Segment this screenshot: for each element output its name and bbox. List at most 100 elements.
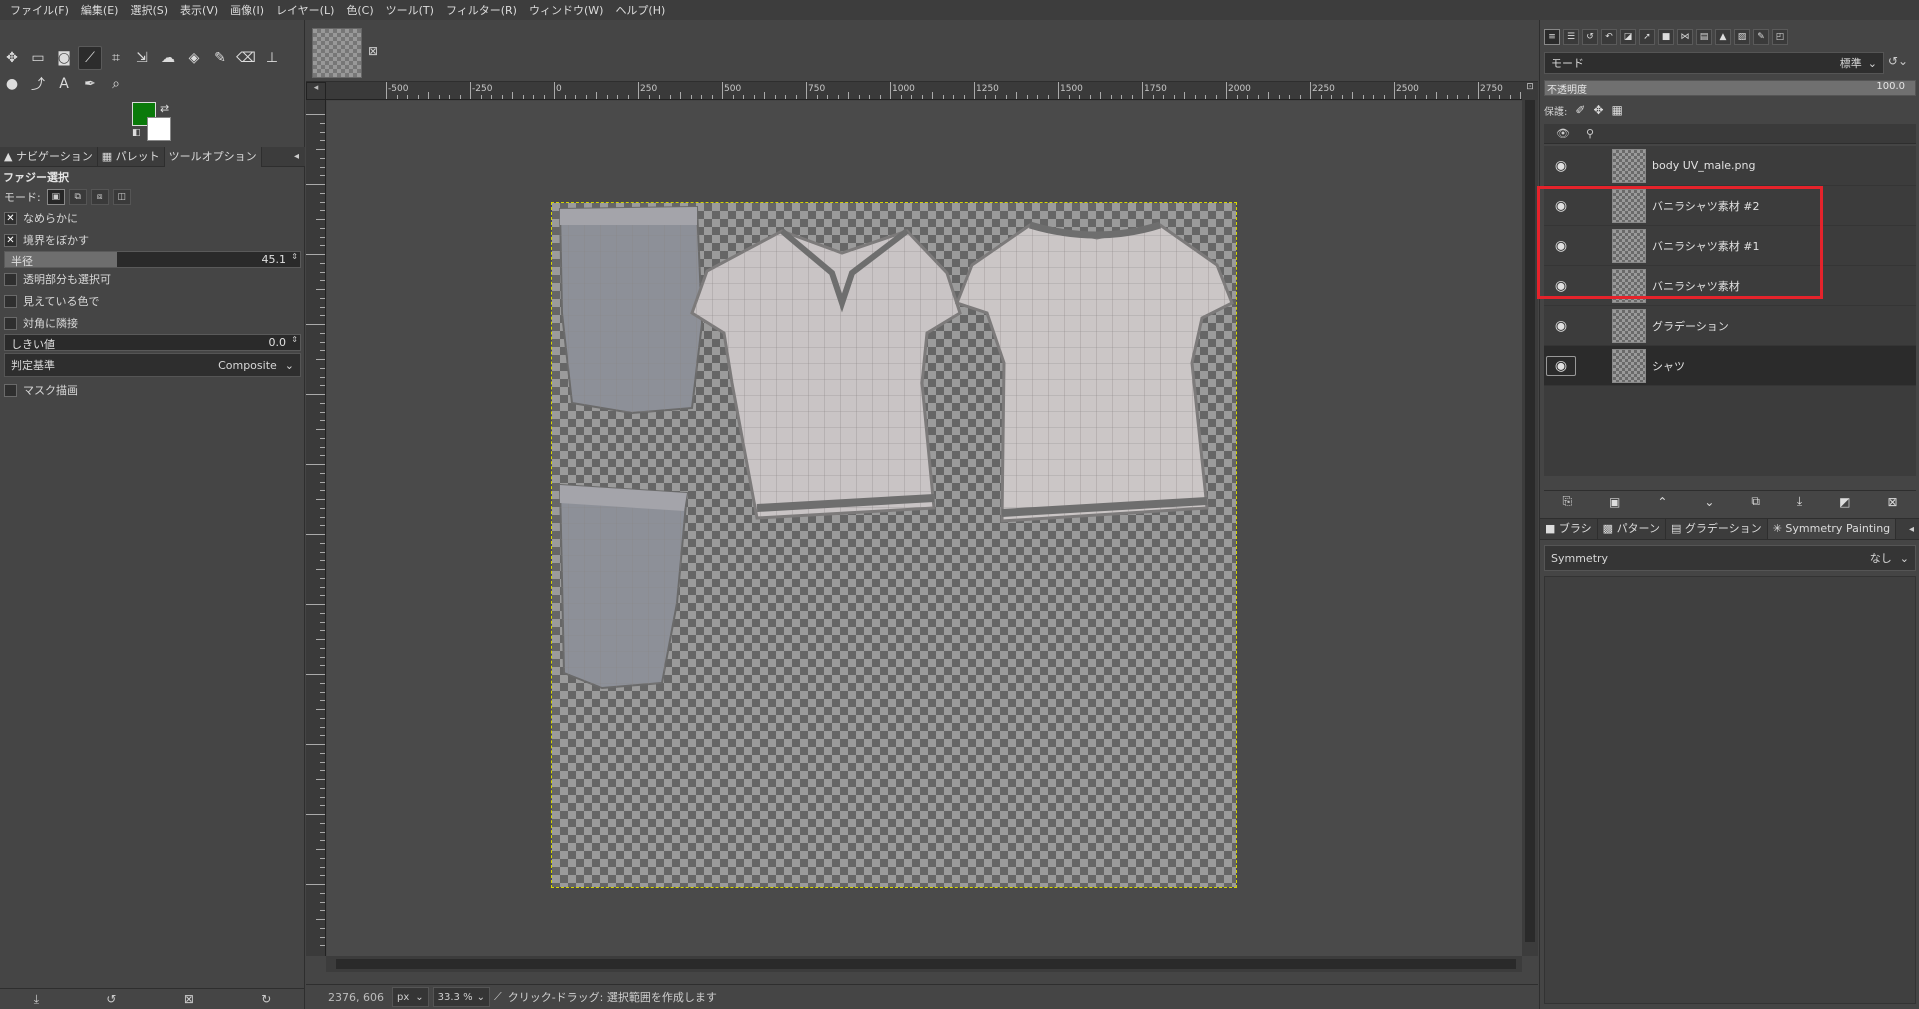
fuzzy-select-tool-icon[interactable]: ⟋ bbox=[78, 46, 102, 70]
layer-row[interactable]: ◉ バニラシャツ素材 bbox=[1544, 266, 1916, 306]
new-layer-icon[interactable]: ⎘ bbox=[1562, 494, 1572, 509]
threshold-spin-icon[interactable]: ⇕ bbox=[291, 335, 298, 344]
symmetry-combo[interactable]: Symmetry なし ⌄ bbox=[1544, 545, 1916, 571]
layer-row[interactable]: ◉ バニラシャツ素材 #1 bbox=[1544, 226, 1916, 266]
histogram-tab-icon[interactable]: ▲ bbox=[1715, 29, 1731, 45]
delete-options-icon[interactable]: ⊠ bbox=[184, 992, 194, 1006]
swap-colors-icon[interactable]: ⇄ bbox=[160, 102, 169, 115]
color-picker-tool-icon[interactable]: ✒ bbox=[78, 72, 102, 96]
mode-subtract-icon[interactable]: ⧈ bbox=[90, 189, 109, 205]
delete-layer-icon[interactable]: ⊠ bbox=[1887, 495, 1897, 509]
foreground-select-tool-icon[interactable]: ◙ bbox=[52, 46, 76, 70]
menu-select[interactable]: 選択(S) bbox=[124, 2, 174, 18]
undo-history-tab-icon[interactable]: ↶ bbox=[1601, 29, 1617, 45]
unit-combo[interactable]: px ⌄ bbox=[392, 987, 429, 1007]
mode-add-icon[interactable]: ⧉ bbox=[68, 189, 87, 205]
layer-row[interactable]: ◉ グラデーション bbox=[1544, 306, 1916, 346]
warp-tool-icon[interactable]: ☁ bbox=[156, 46, 180, 70]
sample-points-tab-icon[interactable]: ⋈ bbox=[1677, 29, 1693, 45]
feather-checkbox[interactable]: ✕ bbox=[4, 233, 17, 247]
draw-mask-checkbox[interactable] bbox=[4, 383, 17, 397]
eye-icon[interactable]: ◉ bbox=[1546, 158, 1576, 174]
vertical-scrollbar-thumb[interactable] bbox=[1525, 100, 1535, 942]
tab-menu-icon[interactable]: ◂ bbox=[1909, 524, 1914, 535]
channels-tab-icon[interactable]: ☰ bbox=[1563, 29, 1579, 45]
antialias-checkbox[interactable]: ✕ bbox=[4, 211, 17, 225]
layer-mode-combo[interactable]: モード 標準 ⌄ bbox=[1544, 52, 1884, 74]
paths-tab-icon[interactable]: ↺ bbox=[1582, 29, 1598, 45]
bucket-fill-tool-icon[interactable]: ◈ bbox=[182, 46, 206, 70]
reset-colors-icon[interactable]: ◧ bbox=[132, 128, 141, 138]
lock-alpha-icon[interactable]: ▦ bbox=[1612, 103, 1623, 117]
tab-palette[interactable]: ▦ パレット bbox=[98, 146, 165, 167]
lock-pixels-icon[interactable]: ✐ bbox=[1575, 103, 1585, 117]
background-color-swatch[interactable] bbox=[147, 117, 171, 141]
selection-editor-tab-icon[interactable]: ▨ bbox=[1734, 29, 1750, 45]
criterion-combo[interactable]: 判定基準 Composite ⌄ bbox=[4, 353, 301, 377]
ruler-vertical[interactable] bbox=[306, 100, 326, 956]
new-layer-group-icon[interactable]: ▣ bbox=[1609, 495, 1620, 509]
add-mask-icon[interactable]: ◩ bbox=[1839, 495, 1850, 509]
menu-edit[interactable]: 編集(E) bbox=[75, 2, 125, 18]
radius-spin-icon[interactable]: ⇕ bbox=[291, 252, 298, 261]
zoom-combo[interactable]: 33.3 % ⌄ bbox=[432, 987, 490, 1007]
move-tool-icon[interactable]: ✥ bbox=[0, 46, 24, 70]
duplicate-layer-icon[interactable]: ⧉ bbox=[1751, 494, 1760, 509]
tab-patterns[interactable]: ▩ パターン bbox=[1598, 519, 1667, 539]
vertical-scrollbar[interactable] bbox=[1522, 100, 1538, 956]
mode-reset-icon[interactable]: ↺⌄ bbox=[1888, 54, 1908, 68]
paintbrush-tool-icon[interactable]: ✎ bbox=[208, 46, 232, 70]
paths-tool-icon[interactable]: ⤴ bbox=[26, 72, 50, 96]
eye-icon[interactable]: ◉ bbox=[1546, 278, 1576, 294]
color-tab-icon[interactable]: ■ bbox=[1658, 29, 1674, 45]
lower-layer-icon[interactable]: ⌄ bbox=[1704, 495, 1714, 509]
unified-transform-tool-icon[interactable]: ⇲ bbox=[130, 46, 154, 70]
raise-layer-icon[interactable]: ⌃ bbox=[1657, 495, 1667, 509]
menu-image[interactable]: 画像(I) bbox=[224, 2, 270, 18]
rect-select-tool-icon[interactable]: ▭ bbox=[26, 46, 50, 70]
tab-symmetry[interactable]: ✳ Symmetry Painting bbox=[1767, 519, 1897, 539]
text-tool-icon[interactable]: A bbox=[52, 72, 76, 96]
eraser-tool-icon[interactable]: ⌫ bbox=[234, 46, 258, 70]
smudge-tool-icon[interactable]: ● bbox=[0, 72, 24, 96]
menu-windows[interactable]: ウィンドウ(W) bbox=[523, 2, 609, 18]
tab-tool-options[interactable]: ツールオプション bbox=[164, 146, 262, 167]
menu-filters[interactable]: フィルター(R) bbox=[440, 2, 523, 18]
tab-brushes[interactable]: ■ ブラシ bbox=[1540, 519, 1598, 539]
merge-down-icon[interactable]: ⤓ bbox=[1797, 494, 1802, 509]
layer-row[interactable]: ◉ body UV_male.png bbox=[1544, 146, 1916, 186]
eye-icon[interactable]: ◉ bbox=[1546, 318, 1576, 334]
eye-icon[interactable]: ◉ bbox=[1546, 355, 1576, 376]
tab-navigation[interactable]: ▲ ナビゲーション bbox=[0, 146, 98, 167]
diagonal-neighbors-checkbox[interactable] bbox=[4, 316, 17, 330]
menu-file[interactable]: ファイル(F) bbox=[4, 2, 75, 18]
image-tab-thumbnail[interactable] bbox=[312, 28, 362, 78]
ruler-horizontal[interactable]: -500 -250 0 250 500 750 1000 1250 1500 1750 2000 22… bbox=[326, 82, 1522, 100]
brushes-tab-icon[interactable]: ▤ bbox=[1696, 29, 1712, 45]
layer-row[interactable]: ◉ シャツ bbox=[1544, 346, 1916, 386]
sample-merged-checkbox[interactable] bbox=[4, 294, 17, 308]
menu-tools[interactable]: ツール(T) bbox=[380, 2, 440, 18]
menu-layer[interactable]: レイヤー(L) bbox=[270, 2, 340, 18]
colormap-tab-icon[interactable]: ◪ bbox=[1620, 29, 1636, 45]
reset-options-icon[interactable]: ↻ bbox=[261, 992, 271, 1006]
horizontal-scrollbar-thumb[interactable] bbox=[336, 959, 1516, 969]
navigate-icon[interactable]: ⊡ bbox=[1522, 82, 1538, 100]
threshold-slider[interactable]: しきい値 0.0 ⇕ bbox=[4, 334, 301, 351]
eye-icon[interactable]: ◉ bbox=[1546, 238, 1576, 254]
horizontal-scrollbar[interactable] bbox=[326, 956, 1522, 972]
save-options-icon[interactable]: ⤓ bbox=[34, 992, 39, 1007]
canvas-viewport[interactable] bbox=[327, 101, 1522, 956]
image-canvas[interactable] bbox=[551, 202, 1237, 888]
menu-colors[interactable]: 色(C) bbox=[340, 2, 379, 18]
layer-row[interactable]: ◉ バニラシャツ素材 #2 bbox=[1544, 186, 1916, 226]
quick-mask-corner[interactable]: ◂ bbox=[306, 82, 326, 100]
restore-options-icon[interactable]: ↺ bbox=[106, 992, 116, 1006]
opacity-slider[interactable]: 不透明度 100.0 bbox=[1544, 80, 1916, 96]
select-transparent-checkbox[interactable] bbox=[4, 272, 17, 286]
tab-gradients[interactable]: ▤ グラデーション bbox=[1666, 519, 1768, 539]
eye-icon[interactable]: ◉ bbox=[1546, 198, 1576, 214]
mode-intersect-icon[interactable]: ◫ bbox=[112, 189, 131, 205]
radius-slider[interactable]: 半径 45.1 ⇕ bbox=[4, 251, 301, 268]
mode-replace-icon[interactable]: ▣ bbox=[46, 189, 65, 205]
